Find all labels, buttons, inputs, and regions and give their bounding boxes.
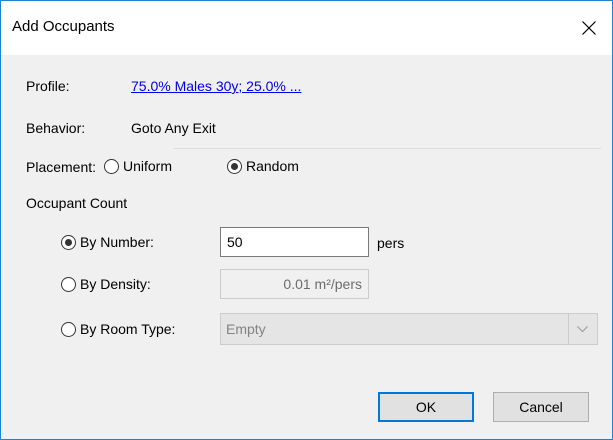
by-number-radio[interactable]: By Number: bbox=[61, 234, 154, 250]
radio-checked-icon bbox=[61, 234, 76, 250]
by-room-type-radio[interactable]: By Room Type: bbox=[61, 321, 175, 337]
room-type-dropdown-button[interactable] bbox=[568, 314, 597, 344]
close-button[interactable] bbox=[566, 1, 612, 55]
placement-uniform-label: Uniform bbox=[123, 158, 173, 174]
radio-checked-icon bbox=[227, 158, 242, 174]
occupant-count-group-label: Occupant Count bbox=[26, 195, 128, 211]
dialog-title: Add Occupants bbox=[12, 18, 115, 35]
by-number-unit: pers bbox=[377, 235, 405, 251]
profile-link[interactable]: 75.0% Males 30y; 25.0% ... bbox=[131, 78, 301, 94]
by-number-input[interactable]: 50 bbox=[220, 227, 369, 257]
radio-unchecked-icon bbox=[61, 276, 76, 292]
placement-uniform-radio[interactable]: Uniform bbox=[104, 158, 172, 174]
radio-unchecked-icon bbox=[61, 321, 76, 337]
placement-label: Placement: bbox=[26, 159, 97, 175]
dialog-body: Profile: 75.0% Males 30y; 25.0% ... Beha… bbox=[1, 55, 612, 439]
placement-random-radio[interactable]: Random bbox=[227, 158, 299, 174]
by-number-label: By Number: bbox=[80, 234, 154, 250]
behavior-value: Goto Any Exit bbox=[131, 120, 216, 136]
by-room-type-label: By Room Type: bbox=[80, 321, 176, 337]
chevron-down-icon bbox=[577, 326, 588, 333]
cancel-button[interactable]: Cancel bbox=[493, 392, 589, 422]
radio-unchecked-icon bbox=[104, 158, 119, 174]
add-occupants-dialog: Add Occupants Profile: 75.0% Males 30y; … bbox=[0, 0, 613, 440]
close-icon bbox=[582, 21, 596, 35]
by-density-label: By Density: bbox=[80, 276, 151, 292]
behavior-label: Behavior: bbox=[26, 120, 86, 136]
profile-label: Profile: bbox=[26, 78, 70, 94]
ok-button[interactable]: OK bbox=[378, 392, 474, 422]
room-type-selected: Empty bbox=[226, 321, 266, 337]
by-density-radio[interactable]: By Density: bbox=[61, 276, 151, 292]
placement-random-label: Random bbox=[246, 158, 299, 174]
group-divider bbox=[174, 148, 601, 149]
title-bar: Add Occupants bbox=[1, 1, 612, 55]
by-density-input[interactable]: 0.01 m²/pers bbox=[220, 269, 369, 299]
room-type-select[interactable]: Empty bbox=[220, 313, 598, 345]
